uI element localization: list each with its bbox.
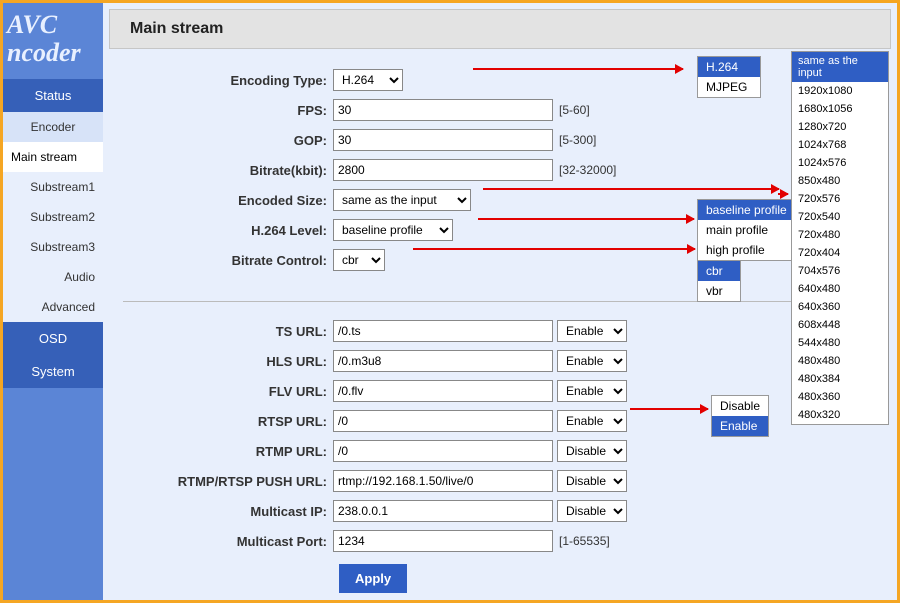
opt-resolution[interactable]: 608x448 [792, 316, 888, 334]
opt-resolution[interactable]: 480x480 [792, 352, 888, 370]
brand-logo: AVC ncoder [3, 3, 103, 79]
hls-url-input[interactable] [333, 350, 553, 372]
label-bitrate: Bitrate(kbit): [123, 163, 333, 178]
opt-enable[interactable]: Enable [712, 416, 768, 436]
arrow-encoding [473, 68, 683, 70]
opt-disable[interactable]: Disable [712, 396, 768, 416]
page-title: Main stream [109, 9, 891, 49]
divider [123, 301, 877, 302]
gop-input[interactable] [333, 129, 553, 151]
hint-multicast-port: [1-65535] [559, 534, 610, 548]
label-rtmp-url: RTMP URL: [123, 444, 333, 459]
multicast-ip-input[interactable] [333, 500, 553, 522]
label-bitrate-control: Bitrate Control: [123, 253, 333, 268]
rtmp-enable-select[interactable]: Disable [557, 440, 627, 462]
nav-status[interactable]: Status [3, 79, 103, 112]
encoding-type-select[interactable]: H.264 [333, 69, 403, 91]
label-push-url: RTMP/RTSP PUSH URL: [123, 474, 333, 489]
label-ts-url: TS URL: [123, 324, 333, 339]
sidebar: AVC ncoder Status Encoder Main stream Su… [3, 3, 103, 600]
opt-mjpeg[interactable]: MJPEG [698, 77, 760, 97]
opt-resolution[interactable]: 850x480 [792, 172, 888, 190]
nav-audio[interactable]: Audio [3, 262, 103, 292]
fps-input[interactable] [333, 99, 553, 121]
arrow-brc [413, 248, 695, 250]
opt-resolution[interactable]: 544x480 [792, 334, 888, 352]
nav-mainstream[interactable]: Main stream [3, 142, 103, 172]
opt-resolution[interactable]: same as the input [792, 52, 888, 82]
rtsp-enable-select[interactable]: Enable [557, 410, 627, 432]
label-h264-level: H.264 Level: [123, 223, 333, 238]
ts-url-input[interactable] [333, 320, 553, 342]
hint-fps: [5-60] [559, 103, 590, 117]
ts-enable-select[interactable]: Enable [557, 320, 627, 342]
label-fps: FPS: [123, 103, 333, 118]
label-rtsp-url: RTSP URL: [123, 414, 333, 429]
opt-resolution[interactable]: 480x384 [792, 370, 888, 388]
multicast-port-input[interactable] [333, 530, 553, 552]
opt-resolution[interactable]: 1280x720 [792, 118, 888, 136]
encoded-size-select[interactable]: same as the input [333, 189, 471, 211]
bitrate-control-select[interactable]: cbr [333, 249, 385, 271]
opt-cbr[interactable]: cbr [698, 261, 740, 281]
opt-resolution[interactable]: 704x576 [792, 262, 888, 280]
push-url-input[interactable] [333, 470, 553, 492]
opt-main[interactable]: main profile [698, 220, 792, 240]
nav-substream1[interactable]: Substream1 [3, 172, 103, 202]
push-enable-select[interactable]: Disable [557, 470, 627, 492]
popup-bitrate-control[interactable]: cbr vbr [697, 260, 741, 302]
popup-h264-profile[interactable]: baseline profile main profile high profi… [697, 199, 793, 261]
opt-resolution[interactable]: 480x320 [792, 406, 888, 424]
opt-h264[interactable]: H.264 [698, 57, 760, 77]
opt-resolution[interactable]: 1920x1080 [792, 82, 888, 100]
flv-enable-select[interactable]: Enable [557, 380, 627, 402]
label-multicast-ip: Multicast IP: [123, 504, 333, 519]
arrow-size [483, 188, 779, 190]
popup-enable[interactable]: Disable Enable [711, 395, 769, 437]
opt-resolution[interactable]: 720x480 [792, 226, 888, 244]
nav-encoder[interactable]: Encoder [3, 112, 103, 142]
nav-system[interactable]: System [3, 355, 103, 388]
nav: Status Encoder Main stream Substream1 Su… [3, 79, 103, 388]
opt-baseline[interactable]: baseline profile [698, 200, 792, 220]
opt-resolution[interactable]: 1680x1056 [792, 100, 888, 118]
opt-vbr[interactable]: vbr [698, 281, 740, 301]
label-gop: GOP: [123, 133, 333, 148]
multicast-enable-select[interactable]: Disable [557, 500, 627, 522]
main-panel: Main stream Encoding Type: H.264 FPS: [5… [103, 3, 897, 600]
popup-resolution-list[interactable]: same as the input1920x10801680x10561280x… [791, 51, 889, 425]
label-encoding-type: Encoding Type: [123, 73, 333, 88]
opt-resolution[interactable]: 720x540 [792, 208, 888, 226]
h264-level-select[interactable]: baseline profile [333, 219, 453, 241]
nav-substream3[interactable]: Substream3 [3, 232, 103, 262]
label-multicast-port: Multicast Port: [123, 534, 333, 549]
opt-resolution[interactable]: 640x480 [792, 280, 888, 298]
opt-resolution[interactable]: 640x360 [792, 298, 888, 316]
label-hls-url: HLS URL: [123, 354, 333, 369]
arrow-enable [630, 408, 708, 410]
rtsp-url-input[interactable] [333, 410, 553, 432]
opt-resolution[interactable]: 1024x576 [792, 154, 888, 172]
nav-osd[interactable]: OSD [3, 322, 103, 355]
popup-encoding-type[interactable]: H.264 MJPEG [697, 56, 761, 98]
opt-resolution[interactable]: 720x404 [792, 244, 888, 262]
hls-enable-select[interactable]: Enable [557, 350, 627, 372]
hint-gop: [5-300] [559, 133, 596, 147]
opt-high[interactable]: high profile [698, 240, 792, 260]
bitrate-input[interactable] [333, 159, 553, 181]
apply-button[interactable]: Apply [339, 564, 407, 593]
nav-advanced[interactable]: Advanced [3, 292, 103, 322]
label-flv-url: FLV URL: [123, 384, 333, 399]
nav-substream2[interactable]: Substream2 [3, 202, 103, 232]
opt-resolution[interactable]: 1024x768 [792, 136, 888, 154]
opt-resolution[interactable]: 480x360 [792, 388, 888, 406]
rtmp-url-input[interactable] [333, 440, 553, 462]
opt-resolution[interactable]: 720x576 [792, 190, 888, 208]
arrow-profile [478, 218, 694, 220]
label-encoded-size: Encoded Size: [123, 193, 333, 208]
hint-bitrate: [32-32000] [559, 163, 616, 177]
arrow-size-tip [778, 193, 788, 195]
flv-url-input[interactable] [333, 380, 553, 402]
